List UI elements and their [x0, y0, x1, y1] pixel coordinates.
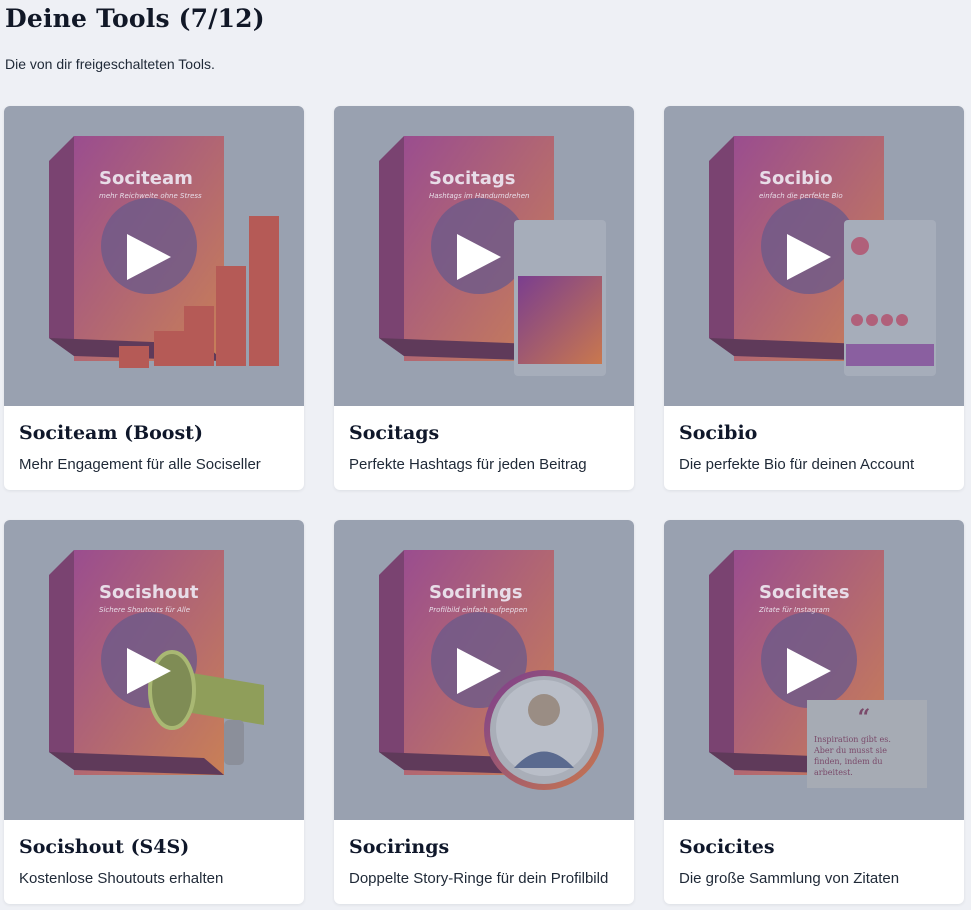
card-description: Kostenlose Shoutouts erhalten	[19, 870, 224, 887]
tool-video-thumbnail[interactable]: Sociteam mehr Reichweite ohne Stress	[4, 106, 304, 406]
tool-card-socibio[interactable]: Socibio einfach die perfekte Bio Socibio…	[664, 106, 964, 490]
box-tagline: Sichere Shoutouts für Alle	[99, 606, 190, 614]
card-title[interactable]: Sociteam (Boost)	[19, 421, 289, 445]
svg-text:“: “	[858, 705, 871, 731]
tools-grid: Sociteam mehr Reichweite ohne Stress Soc…	[4, 106, 964, 904]
card-description: Die perfekte Bio für deinen Account	[679, 456, 915, 473]
box-tagline: mehr Reichweite ohne Stress	[99, 192, 202, 200]
tool-video-thumbnail[interactable]: “ Inspiration gibt es. Aber du musst sie f…	[664, 520, 964, 820]
tool-card-socitags[interactable]: Socitags Hashtags im Handumdrehen Socita…	[334, 106, 634, 490]
tool-card-socicites[interactable]: “ Inspiration gibt es. Aber du musst sie f…	[664, 520, 964, 904]
box-title: Socibio	[759, 168, 833, 189]
play-icon[interactable]	[783, 232, 833, 282]
card-description: Doppelte Story-Ringe für dein Profilbild	[349, 870, 609, 887]
box-title: Socitags	[429, 168, 516, 189]
box-tagline: Zitate für Instagram	[758, 606, 830, 614]
card-description: Die große Sammlung von Zitaten	[679, 870, 900, 887]
card-title[interactable]: Socicites	[679, 835, 949, 859]
box-tagline: Hashtags im Handumdrehen	[429, 192, 529, 200]
page-subtitle: Die von dir freigeschalteten Tools.	[5, 56, 215, 72]
tool-video-thumbnail[interactable]: Socitags Hashtags im Handumdrehen	[334, 106, 634, 406]
box-title: Socirings	[429, 582, 523, 603]
box-title: Socicites	[759, 582, 850, 603]
tool-video-thumbnail[interactable]: Socirings Profilbild einfach aufpeppen	[334, 520, 634, 820]
tool-video-thumbnail[interactable]: Socibio einfach die perfekte Bio	[664, 106, 964, 406]
card-title[interactable]: Socishout (S4S)	[19, 835, 289, 859]
card-description: Perfekte Hashtags für jeden Beitrag	[349, 456, 587, 473]
tool-card-sociteam[interactable]: Sociteam mehr Reichweite ohne Stress Soc…	[4, 106, 304, 490]
card-title[interactable]: Socibio	[679, 421, 949, 445]
card-title[interactable]: Socitags	[349, 421, 619, 445]
box-title: Socishout	[99, 582, 199, 603]
box-tagline: Profilbild einfach aufpeppen	[429, 606, 527, 614]
play-icon[interactable]	[783, 646, 833, 696]
box-title: Sociteam	[99, 168, 193, 189]
tool-card-socirings[interactable]: Socirings Profilbild einfach aufpeppen S…	[334, 520, 634, 904]
card-title[interactable]: Socirings	[349, 835, 619, 859]
tool-video-thumbnail[interactable]: Socishout Sichere Shoutouts für Alle	[4, 520, 304, 820]
play-icon[interactable]	[123, 232, 173, 282]
page-title: Deine Tools (7/12)	[5, 4, 265, 33]
box-tagline: einfach die perfekte Bio	[759, 192, 843, 200]
play-icon[interactable]	[453, 646, 503, 696]
tool-card-socishout[interactable]: Socishout Sichere Shoutouts für Alle Soc…	[4, 520, 304, 904]
play-icon[interactable]	[453, 232, 503, 282]
play-icon[interactable]	[123, 646, 173, 696]
card-description: Mehr Engagement für alle Sociseller	[19, 456, 261, 473]
